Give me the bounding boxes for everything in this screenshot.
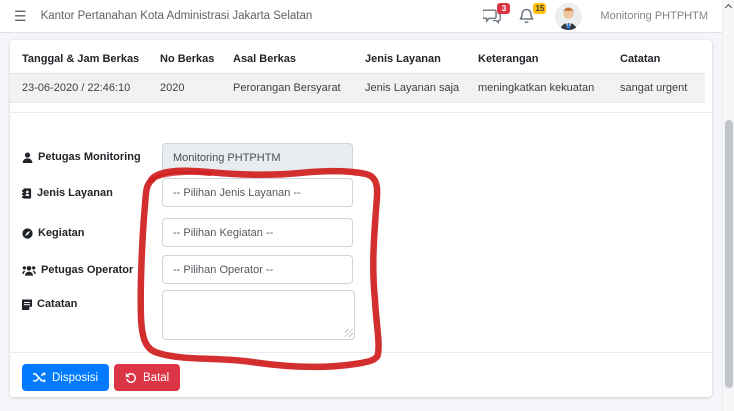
user-avatar[interactable] <box>555 3 582 30</box>
divider <box>10 352 712 353</box>
cell-no-berkas: 2020 <box>148 74 221 103</box>
catatan-textarea[interactable] <box>162 290 355 340</box>
petugas-monitoring-input <box>162 143 353 172</box>
sticky-note-icon <box>22 299 32 310</box>
scroll-up-icon[interactable] <box>725 4 732 11</box>
user-name[interactable]: Monitoring PHTPHTM <box>600 10 708 22</box>
notifications-count-badge: 15 <box>533 3 546 14</box>
table-row: 23-06-2020 / 22:46:10 2020 Perorangan Be… <box>10 74 705 103</box>
col-keterangan: Keterangan <box>466 45 608 74</box>
table-header-row: Tanggal & Jam Berkas No Berkas Asal Berk… <box>10 45 705 74</box>
form-row-catatan: Catatan <box>10 290 712 340</box>
col-jenis-layanan: Jenis Layanan <box>353 45 466 74</box>
messages-button[interactable]: 3 <box>483 7 503 25</box>
cell-tanggal: 23-06-2020 / 22:46:10 <box>10 74 148 103</box>
shuffle-icon <box>33 372 46 383</box>
berkas-table: Tanggal & Jam Berkas No Berkas Asal Berk… <box>10 45 705 103</box>
cell-catatan: sangat urgent <box>608 74 705 103</box>
col-no-berkas: No Berkas <box>148 45 221 74</box>
users-icon <box>22 265 36 276</box>
undo-icon <box>125 372 137 384</box>
catatan-label: Catatan <box>22 298 77 310</box>
petugas-operator-select[interactable]: -- Pilihan Operator -- <box>162 255 353 284</box>
hamburger-menu-icon[interactable]: ☰ <box>14 9 27 23</box>
cell-asal-berkas: Perorangan Bersyarat <box>221 74 353 103</box>
jenis-layanan-selected-value: -- Pilihan Jenis Layanan -- <box>173 187 301 199</box>
app-title: Kantor Pertanahan Kota Administrasi Jaka… <box>41 10 313 22</box>
messages-count-badge: 3 <box>497 3 510 14</box>
petugas-operator-label: Petugas Operator <box>22 264 133 276</box>
berkas-detail-card: Tanggal & Jam Berkas No Berkas Asal Berk… <box>10 40 712 397</box>
avatar-person-icon <box>555 3 582 30</box>
scrollbar-thumb[interactable] <box>725 120 733 388</box>
batal-button[interactable]: Batal <box>114 364 180 391</box>
vertical-scrollbar[interactable] <box>722 0 734 411</box>
top-navbar: ☰ Kantor Pertanahan Kota Administrasi Ja… <box>0 0 722 33</box>
address-book-icon <box>22 188 32 199</box>
notifications-button[interactable]: 15 <box>519 7 539 25</box>
user-icon <box>22 152 33 163</box>
jenis-layanan-label: Jenis Layanan <box>22 187 113 199</box>
disposisi-button[interactable]: Disposisi <box>22 364 109 391</box>
jenis-layanan-select[interactable]: -- Pilihan Jenis Layanan -- <box>162 178 353 207</box>
col-tanggal: Tanggal & Jam Berkas <box>10 45 148 74</box>
cell-keterangan: meningkatkan kekuatan <box>466 74 608 103</box>
col-asal-berkas: Asal Berkas <box>221 45 353 74</box>
kegiatan-selected-value: -- Pilihan Kegiatan -- <box>173 227 273 239</box>
form-row-kegiatan: Kegiatan -- Pilihan Kegiatan -- <box>10 218 712 247</box>
form-row-petugas-operator: Petugas Operator -- Pilihan Operator -- <box>10 255 712 284</box>
compass-icon <box>22 228 33 239</box>
petugas-monitoring-label: Petugas Monitoring <box>22 151 141 163</box>
petugas-operator-selected-value: -- Pilihan Operator -- <box>173 264 273 276</box>
kegiatan-select[interactable]: -- Pilihan Kegiatan -- <box>162 218 353 247</box>
kegiatan-label: Kegiatan <box>22 227 84 239</box>
divider <box>10 112 712 113</box>
cell-jenis-layanan: Jenis Layanan saja <box>353 74 466 103</box>
bell-icon <box>519 8 534 24</box>
col-catatan: Catatan <box>608 45 705 74</box>
form-row-jenis-layanan: Jenis Layanan -- Pilihan Jenis Layanan -… <box>10 178 712 207</box>
